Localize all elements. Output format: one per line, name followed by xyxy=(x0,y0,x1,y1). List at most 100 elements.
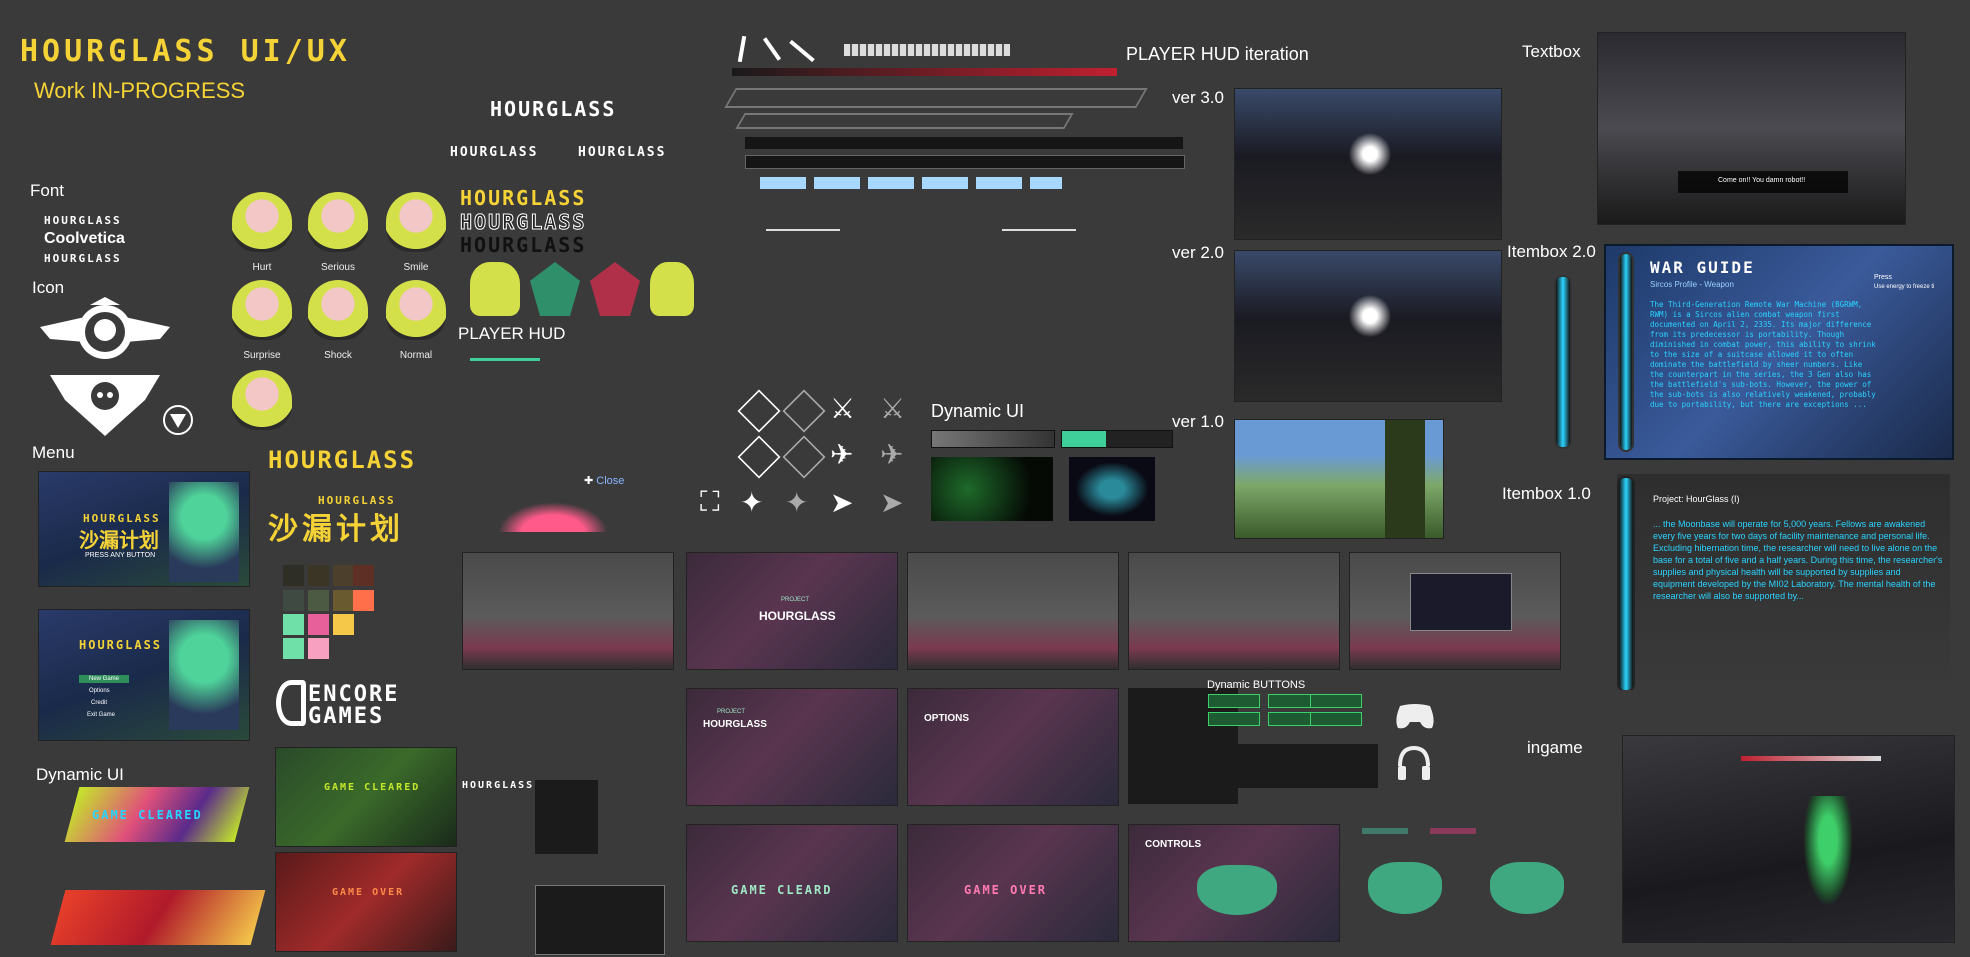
encore-logo-line2: GAMES xyxy=(308,704,385,729)
skull-shield-icon xyxy=(50,375,160,436)
weapon-icon-4: ⚔ xyxy=(880,393,906,424)
palette-swatch xyxy=(333,590,354,611)
menu-item-options[interactable]: Options xyxy=(89,688,110,694)
expression-surprise xyxy=(232,280,292,340)
logo-cn-large: 沙漏计划 xyxy=(268,513,404,546)
weapon-icon-9: ⛶ xyxy=(700,486,720,517)
dynamic-button-4[interactable] xyxy=(1208,712,1260,726)
weapon-icon-8: ✈ xyxy=(880,439,904,470)
itembox1-panel: Project: HourGlass (I) ... the Moonbase … xyxy=(1617,474,1950,690)
menu-item-exit[interactable]: Exit Game xyxy=(87,712,115,718)
menu-screen-title[interactable]: HOURGLASS 沙漏计划 PRESS ANY BUTTON xyxy=(38,471,250,587)
controller-graphic xyxy=(1197,865,1277,915)
expression-shock-label: Shock xyxy=(324,350,352,361)
weapon-icon-2 xyxy=(782,389,826,433)
tree xyxy=(1385,420,1425,538)
section-dynamic-ui-left: Dynamic UI xyxy=(36,765,124,784)
close-button[interactable]: ✚ Close xyxy=(584,474,624,487)
enemy-character xyxy=(1803,796,1853,906)
scene-logo: HOURGLASS xyxy=(703,719,767,730)
pink-tag xyxy=(1430,828,1476,834)
hud-version-3: ver 3.0 xyxy=(1172,88,1224,107)
palette-swatch xyxy=(308,565,329,586)
game-cleared-text: GAME CLEARED xyxy=(92,808,203,822)
palette-swatch xyxy=(308,590,329,611)
font-sample-2: Coolvetica xyxy=(44,230,125,247)
game-cleard-title: GAME CLEARD xyxy=(731,883,833,897)
scene-main-menu: PROJECT HOURGLASS xyxy=(686,688,898,806)
itembox2-hint-text: Use energy to freeze ti xyxy=(1874,284,1935,290)
expression-normal xyxy=(386,280,446,340)
hourglass-small-logo: HOURGLASS xyxy=(462,780,535,791)
hud-v1-screenshot xyxy=(1234,419,1444,539)
menu-screen-main[interactable]: HOURGLASS New Game Options Credit Exit G… xyxy=(38,609,250,741)
expression-smile-label: Smile xyxy=(403,262,429,273)
menu-item-credit[interactable]: Credit xyxy=(91,700,107,706)
section-player-hud: PLAYER HUD xyxy=(458,324,566,343)
font-sample-1: HOURGLASS xyxy=(44,214,122,227)
blade-icon xyxy=(789,39,815,63)
section-dynamic-ui-mid: Dynamic UI xyxy=(931,401,1025,421)
controller-graphic-1 xyxy=(1368,862,1442,914)
section-icon-label: Icon xyxy=(32,278,65,297)
close-label: Close xyxy=(596,475,625,487)
pink-arc xyxy=(498,502,608,532)
dynamic-button-3[interactable] xyxy=(1310,694,1362,708)
scene-title-screen: PROJECT HOURGLASS xyxy=(686,552,898,670)
frame-bar-2 xyxy=(735,113,1074,129)
page-subtitle: Work IN-PROGRESS xyxy=(34,78,246,103)
weapon-icon-7: ✈ xyxy=(830,439,854,470)
expression-smile xyxy=(386,192,446,252)
scene-hud-4 xyxy=(1349,552,1561,670)
logo-yellow-1: HOURGLASS xyxy=(460,186,587,210)
weapon-icon-12: ➤ xyxy=(830,487,854,518)
game-over-title: GAME OVER xyxy=(332,887,405,898)
section-itembox-1: Itembox 1.0 xyxy=(1502,484,1591,503)
expression-hurt-label: Hurt xyxy=(252,262,272,273)
boss-hp-bar xyxy=(1741,756,1881,761)
scene-hud-2 xyxy=(907,552,1119,670)
expression-serious xyxy=(308,192,368,252)
palette-swatch xyxy=(353,565,374,586)
itembox1-title: Project: HourGlass (I) xyxy=(1653,494,1740,504)
dynamic-button-1[interactable] xyxy=(1208,694,1260,708)
segmented-bar xyxy=(844,44,1010,56)
frame-bar-1 xyxy=(724,88,1148,108)
menu-logo-cn: 沙漏计划 xyxy=(79,530,159,552)
weapon-icon-3: ⚔ xyxy=(830,393,856,424)
itembox2-subtitle: Sircos Profile - Weapon xyxy=(1650,280,1734,289)
triangle-badge-icon xyxy=(163,405,193,435)
page-title: HOURGLASS UI/UX xyxy=(20,34,351,69)
palette-swatch xyxy=(283,614,304,635)
dynamic-button-6[interactable] xyxy=(1310,712,1362,726)
hit-spark xyxy=(1345,291,1395,341)
scene-game-cleard: GAME CLEARD xyxy=(686,824,898,942)
expression-serious-label: Serious xyxy=(321,262,355,273)
headphones-icon[interactable] xyxy=(1396,744,1432,782)
small-hp-bar xyxy=(1002,229,1076,231)
weapon-icon-6 xyxy=(782,435,826,479)
logo-outline: HOURGLASS xyxy=(459,210,587,235)
itembox1-capsule xyxy=(1617,476,1635,690)
cyan-segments xyxy=(760,177,1062,189)
controls-title: CONTROLS xyxy=(1145,839,1202,850)
palette-swatch xyxy=(308,638,329,659)
itembox2-capsule-inner xyxy=(1618,252,1634,452)
game-over-title-2: GAME OVER xyxy=(964,883,1048,897)
dynamic-glow-green xyxy=(931,457,1053,521)
section-hud-iteration: PLAYER HUD iteration xyxy=(1126,44,1309,64)
scene-options: OPTIONS xyxy=(907,688,1119,806)
textbox-screenshot: Come on!! You damn robot!! xyxy=(1597,32,1906,225)
gamepad-icon[interactable] xyxy=(1394,700,1436,732)
menu-item-new-game[interactable]: New Game xyxy=(79,675,130,683)
palette-swatch xyxy=(353,590,374,611)
avatar-yellow-2 xyxy=(650,262,694,316)
palette-swatch xyxy=(283,590,304,611)
font-sample-3: HOURGLASS xyxy=(44,252,122,265)
palette-swatch xyxy=(333,614,354,635)
palette-swatch xyxy=(283,638,304,659)
scene-hud-1 xyxy=(462,552,674,670)
avatar-green xyxy=(530,262,580,316)
small-hp-bar xyxy=(766,229,840,231)
expression-extra xyxy=(232,370,292,430)
